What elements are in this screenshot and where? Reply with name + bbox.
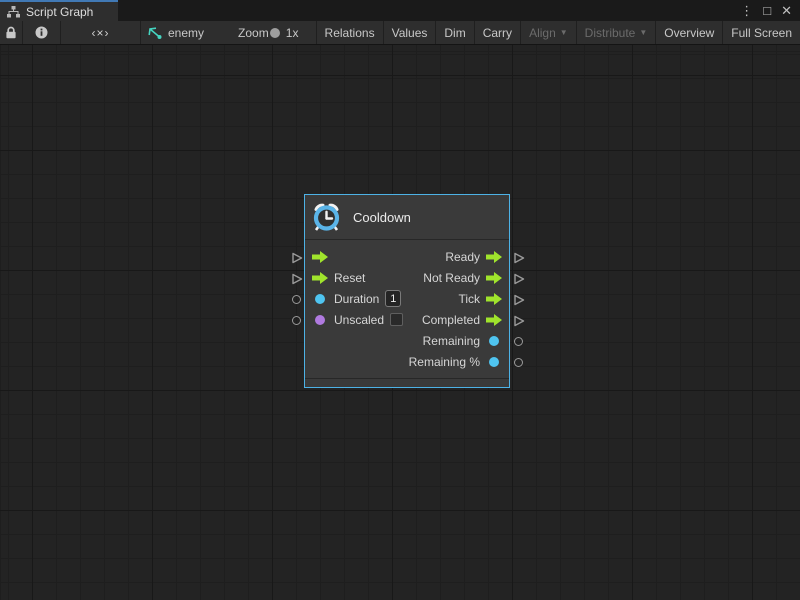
fullscreen-button[interactable]: Full Screen	[723, 21, 800, 44]
port-output-remaining-percent[interactable]: Remaining %	[407, 355, 509, 369]
code-brackets-icon: ‹×›	[92, 26, 110, 40]
window-menu-icon[interactable]: ⋮	[740, 4, 753, 17]
distribute-button[interactable]: Distribute ▼	[577, 21, 656, 44]
tab-title: Script Graph	[26, 5, 93, 19]
relations-button[interactable]: Relations	[317, 21, 383, 44]
lock-button[interactable]	[0, 21, 22, 44]
flow-arrow-icon	[312, 251, 328, 263]
align-button-label: Align	[529, 26, 556, 40]
duration-value-input[interactable]	[385, 290, 401, 307]
flow-output-connector[interactable]	[513, 251, 525, 269]
value-port-icon	[486, 335, 502, 347]
port-label: Remaining	[423, 334, 480, 348]
port-label: Not Ready	[423, 271, 480, 285]
align-button[interactable]: Align ▼	[521, 21, 576, 44]
info-icon	[35, 26, 48, 39]
node-footer	[305, 378, 509, 387]
node-header[interactable]: Cooldown	[305, 195, 509, 240]
close-icon[interactable]: ✕	[781, 4, 792, 17]
port-input-unscaled[interactable]: Unscaled	[305, 313, 407, 327]
value-output-connector[interactable]	[514, 358, 523, 367]
flow-arrow-icon	[486, 314, 502, 326]
node-body: Ready Reset Not Ready	[305, 240, 509, 378]
values-button[interactable]: Values	[384, 21, 436, 44]
distribute-button-label: Distribute	[585, 26, 636, 40]
zoom-slider[interactable]	[277, 32, 278, 34]
graph-canvas[interactable]: Cooldown Ready Reset	[0, 45, 800, 600]
carry-button[interactable]: Carry	[475, 21, 520, 44]
node-port-row: Remaining	[305, 330, 509, 351]
flow-output-connector[interactable]	[513, 314, 525, 332]
port-label: Tick	[458, 292, 480, 306]
port-input-enter[interactable]	[305, 251, 407, 263]
breadcrumb-label: enemy	[168, 26, 204, 40]
value-port-icon	[486, 356, 502, 368]
graph-toolbar: ‹×› enemy Zoom 1x Relations Values	[0, 21, 800, 45]
dropdown-caret-icon: ▼	[639, 28, 647, 37]
port-label: Completed	[422, 313, 480, 327]
port-label: Ready	[445, 250, 480, 264]
flow-arrow-icon	[486, 293, 502, 305]
alarm-clock-icon	[311, 202, 342, 233]
node-title: Cooldown	[353, 210, 411, 225]
cooldown-node[interactable]: Cooldown Ready Reset	[304, 194, 510, 388]
maximize-icon[interactable]: □	[763, 4, 771, 17]
info-button[interactable]	[23, 21, 60, 44]
value-port-icon	[312, 314, 328, 326]
value-input-connector[interactable]	[292, 295, 301, 304]
dropdown-caret-icon: ▼	[560, 28, 568, 37]
tab-bar: Script Graph ⋮ □ ✕	[0, 0, 800, 21]
node-port-row: Remaining %	[305, 351, 509, 372]
unscaled-checkbox[interactable]	[390, 313, 403, 326]
port-output-ready[interactable]: Ready	[407, 250, 509, 264]
zoom-slider-thumb[interactable]	[270, 28, 280, 38]
flow-input-connector[interactable]	[291, 251, 303, 269]
port-input-duration[interactable]: Duration	[305, 290, 407, 307]
port-label: Unscaled	[334, 313, 384, 327]
zoom-label: Zoom	[238, 26, 269, 40]
overview-button[interactable]: Overview	[656, 21, 722, 44]
zoom-control: Zoom 1x	[214, 21, 316, 44]
node-port-row: Duration Tick	[305, 288, 509, 309]
tab-script-graph[interactable]: Script Graph	[0, 0, 118, 21]
preview-source-button[interactable]: ‹×›	[61, 21, 140, 44]
port-label: Reset	[334, 271, 365, 285]
dim-button[interactable]: Dim	[436, 21, 473, 44]
port-label: Duration	[334, 292, 379, 306]
graph-tree-icon	[7, 6, 20, 18]
tabbar-spacer	[118, 0, 740, 21]
port-input-reset[interactable]: Reset	[305, 271, 407, 285]
flow-arrow-icon	[486, 251, 502, 263]
port-label: Remaining %	[409, 355, 480, 369]
port-output-completed[interactable]: Completed	[407, 313, 509, 327]
script-graph-window: Script Graph ⋮ □ ✕	[0, 0, 800, 600]
port-output-remaining[interactable]: Remaining	[407, 334, 509, 348]
flow-arrow-icon	[312, 272, 328, 284]
value-output-connector[interactable]	[514, 337, 523, 346]
flow-output-connector[interactable]	[513, 272, 525, 290]
node-port-row: Unscaled Completed	[305, 309, 509, 330]
port-output-not-ready[interactable]: Not Ready	[407, 271, 509, 285]
port-output-tick[interactable]: Tick	[407, 292, 509, 306]
zoom-value: 1x	[286, 26, 299, 40]
value-input-connector[interactable]	[292, 316, 301, 325]
flow-input-connector[interactable]	[291, 272, 303, 290]
node-port-row: Ready	[305, 246, 509, 267]
breadcrumb[interactable]: enemy	[141, 21, 214, 44]
graph-breadcrumb-icon	[147, 26, 162, 40]
node-port-row: Reset Not Ready	[305, 267, 509, 288]
value-port-icon	[312, 293, 328, 305]
lock-icon	[5, 26, 17, 39]
flow-output-connector[interactable]	[513, 293, 525, 311]
flow-arrow-icon	[486, 272, 502, 284]
window-controls: ⋮ □ ✕	[740, 0, 800, 21]
